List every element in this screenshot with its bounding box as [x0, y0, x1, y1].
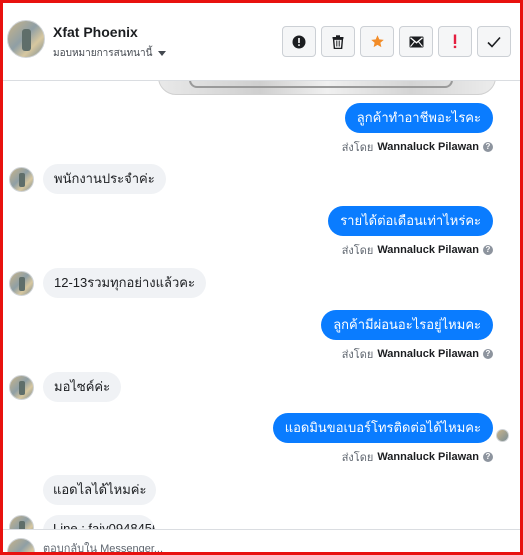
sender-name: Wannaluck Pilawan — [377, 244, 479, 256]
message-incoming[interactable]: แอดไลได้ไหมค่ะ — [43, 475, 157, 505]
conversation-header: Xfat Phoenix มอบหมายการสนทนานี้ — [3, 3, 520, 81]
contact-avatar-small — [9, 270, 34, 296]
mail-icon — [409, 36, 423, 47]
seen-avatar — [496, 429, 509, 442]
contact-avatar[interactable] — [7, 20, 45, 58]
sent-by-label: ส่งโดย Wannaluck Pilawan ? — [342, 345, 493, 363]
assign-label: มอบหมายการสนทนานี้ — [53, 48, 153, 59]
reply-input[interactable] — [43, 540, 503, 552]
mark-unread-button[interactable] — [399, 26, 433, 57]
check-icon — [487, 36, 501, 48]
trash-icon — [332, 34, 344, 49]
mark-spam-button[interactable] — [282, 26, 316, 57]
report-icon — [453, 34, 457, 49]
sent-by-prefix: ส่งโดย — [341, 245, 374, 257]
sender-name: Wannaluck Pilawan — [377, 451, 479, 463]
sent-by-prefix: ส่งโดย — [341, 452, 374, 464]
message-incoming[interactable]: พนักงานประจำค่ะ — [43, 164, 166, 194]
help-icon[interactable]: ? — [483, 452, 493, 462]
sent-by-label: ส่งโดย Wannaluck Pilawan ? — [342, 241, 493, 259]
contact-name[interactable]: Xfat Phoenix — [53, 24, 138, 40]
star-button[interactable] — [360, 26, 394, 57]
sender-name: Wannaluck Pilawan — [377, 141, 479, 153]
message-incoming-row: 12-13รวมทุกอย่างแล้วคะ — [9, 268, 206, 298]
contact-avatar-small — [9, 374, 34, 400]
message-incoming[interactable]: มอไซค์ค่ะ — [43, 372, 122, 402]
message-outgoing[interactable]: ลูกค้าทำอาชีพอะไรคะ — [344, 103, 493, 133]
message-incoming-row: Line : faiy0948456878 — [9, 515, 155, 529]
reply-bar — [3, 529, 520, 552]
message-incoming-row: พนักงานประจำค่ะ — [9, 164, 166, 194]
help-icon[interactable]: ? — [483, 349, 493, 359]
contact-avatar-small — [9, 166, 34, 192]
message-outgoing[interactable]: รายได้ต่อเดือนเท่าไหร่คะ — [328, 206, 493, 236]
mark-done-button[interactable] — [477, 26, 511, 57]
sent-by-label: ส่งโดย Wannaluck Pilawan ? — [342, 448, 493, 466]
message-incoming[interactable]: Line : faiy0948456878 — [43, 515, 155, 529]
message-outgoing[interactable]: แอดมินขอเบอร์โทรติดต่อได้ไหมคะ — [272, 413, 493, 443]
help-icon[interactable]: ? — [483, 142, 493, 152]
message-incoming-row: มอไซค์ค่ะ — [9, 372, 122, 402]
help-icon[interactable]: ? — [483, 245, 493, 255]
message-outgoing[interactable]: ลูกค้ามีผ่อนอะไรอยู่ไหมคะ — [321, 310, 493, 340]
sender-name: Wannaluck Pilawan — [377, 348, 479, 360]
page-avatar — [7, 538, 35, 552]
sent-by-prefix: ส่งโดย — [341, 349, 374, 361]
sent-by-label: ส่งโดย Wannaluck Pilawan ? — [342, 138, 493, 156]
conversation-panel: Xfat Phoenix มอบหมายการสนทนานี้ ลูกค้าทำ… — [0, 0, 523, 555]
assign-conversation-dropdown[interactable]: มอบหมายการสนทนานี้ — [53, 46, 167, 61]
spam-icon — [292, 35, 306, 48]
report-button[interactable] — [438, 26, 472, 57]
message-incoming[interactable]: 12-13รวมทุกอย่างแล้วคะ — [43, 268, 206, 298]
message-thread[interactable]: ลูกค้าทำอาชีพอะไรคะ ส่งโดย Wannaluck Pil… — [3, 81, 520, 529]
action-toolbar — [282, 26, 511, 57]
delete-button[interactable] — [321, 26, 355, 57]
caret-down-icon — [158, 51, 167, 56]
image-attachment[interactable] — [158, 81, 496, 95]
star-icon — [370, 35, 384, 48]
sent-by-prefix: ส่งโดย — [341, 142, 374, 154]
contact-avatar-small — [9, 515, 34, 529]
